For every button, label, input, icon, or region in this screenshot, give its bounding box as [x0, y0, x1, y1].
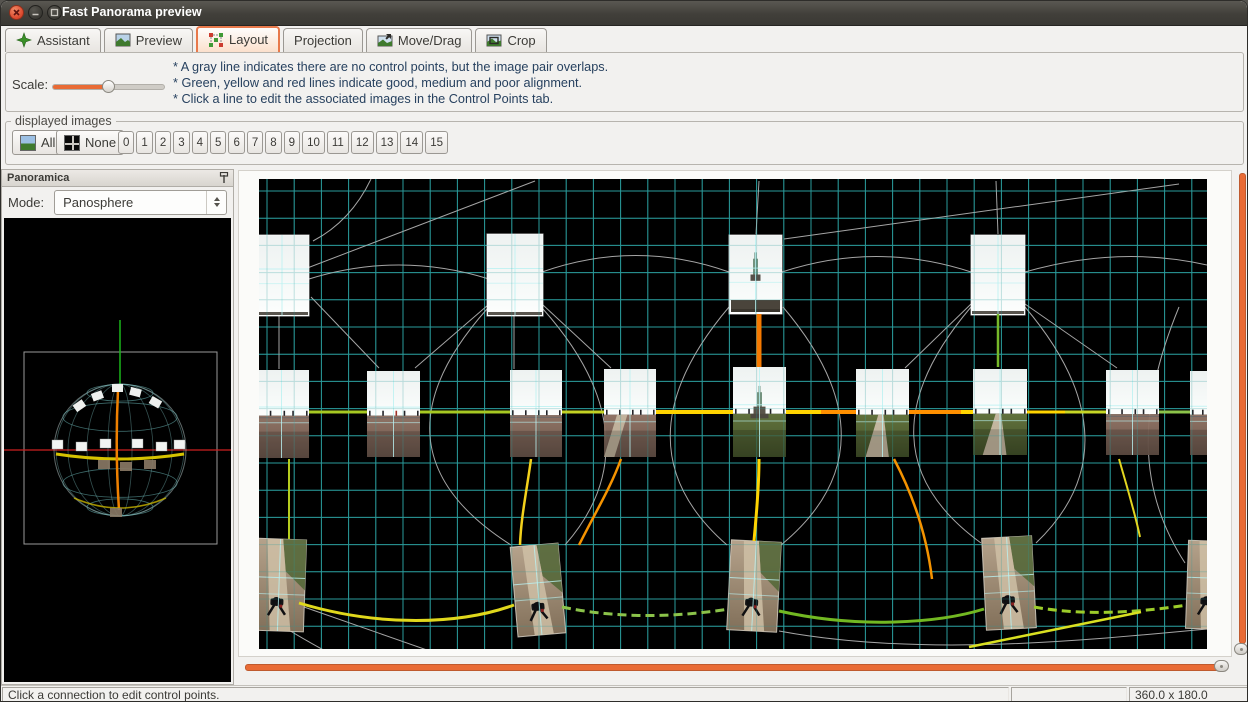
mode-combobox[interactable]: Panosphere — [54, 190, 227, 215]
landscape-icon — [20, 135, 36, 151]
layout-image-thumbnail — [510, 543, 566, 637]
layout-image-thumbnail — [367, 371, 420, 457]
image-toggle-12[interactable]: 12 — [351, 131, 374, 154]
scale-slider-fill — [53, 85, 108, 89]
layout-image-thumbnail — [510, 370, 562, 457]
tab-assistant[interactable]: Assistant — [5, 28, 101, 52]
tab-layout[interactable]: Layout — [196, 26, 280, 52]
image-toggle-0[interactable]: 0 — [118, 131, 134, 154]
scale-label: Scale: — [12, 77, 48, 92]
layout-image-thumbnail — [727, 540, 782, 632]
tab-projection[interactable]: Projection — [283, 28, 363, 52]
status-message: Click a connection to edit control point… — [2, 687, 1009, 702]
image-toggle-14[interactable]: 14 — [400, 131, 423, 154]
layout-image-thumbnail — [971, 235, 1025, 315]
scale-slider[interactable] — [52, 80, 165, 93]
image-toggle-9[interactable]: 9 — [284, 131, 300, 154]
show-none-button[interactable]: None — [56, 130, 124, 155]
crop-icon — [486, 32, 502, 48]
layout-image-thumbnail — [733, 367, 786, 457]
panel-header: Panoramica — [2, 170, 233, 187]
layout-image-thumbnail — [856, 369, 909, 457]
maximize-button[interactable] — [47, 5, 62, 20]
tab-label: Assistant — [37, 33, 90, 48]
horizontal-pan-slider[interactable] — [239, 658, 1233, 674]
maximize-icon — [48, 6, 61, 19]
displayed-images-group: displayed images All None 01234567891011… — [5, 121, 1244, 165]
hint-line: * Click a line to edit the associated im… — [173, 91, 608, 107]
status-empty-section — [1011, 687, 1127, 702]
image-toggle-3[interactable]: 3 — [173, 131, 189, 154]
layout-image-thumbnail — [1106, 370, 1159, 455]
titlebar[interactable]: Fast Panorama preview — [1, 1, 1247, 26]
close-button[interactable] — [9, 5, 24, 20]
tab-bar: Assistant Preview Layout Projection Move/Dra… — [5, 26, 550, 52]
pin-icon[interactable] — [219, 172, 229, 184]
layout-image-thumbnail — [259, 538, 307, 632]
layout-image-thumbnail — [1185, 540, 1207, 629]
tab-label: Crop — [507, 33, 535, 48]
hint-line: * Green, yellow and red lines indicate g… — [173, 75, 608, 91]
tab-label: Projection — [294, 33, 352, 48]
panosphere-side-panel: Panoramica Mode: Panosphere — [1, 169, 234, 685]
image-toggle-4[interactable]: 4 — [192, 131, 208, 154]
image-toggle-8[interactable]: 8 — [265, 131, 281, 154]
mode-row: Mode: Panosphere — [2, 187, 233, 217]
horizontal-pan-track[interactable] — [245, 664, 1225, 671]
image-toggle-5[interactable]: 5 — [210, 131, 226, 154]
tab-crop[interactable]: Crop — [475, 28, 546, 52]
vertical-pan-track[interactable] — [1239, 173, 1246, 644]
panel-title: Panoramica — [7, 172, 69, 184]
group-legend: displayed images — [11, 114, 116, 128]
image-toggle-1[interactable]: 1 — [136, 131, 152, 154]
fast-preview-window: Fast Panorama preview Assistant Preview La… — [0, 0, 1248, 702]
image-toggle-15[interactable]: 15 — [425, 131, 448, 154]
show-none-label: None — [85, 135, 116, 150]
minimize-button[interactable] — [28, 5, 43, 20]
layout-image-thumbnail — [729, 235, 782, 314]
layout-image-thumbnail — [487, 234, 543, 316]
image-toggle-2[interactable]: 2 — [155, 131, 171, 154]
scale-slider-handle[interactable] — [102, 80, 115, 93]
black-grid-icon — [64, 135, 80, 151]
layout-canvas[interactable] — [238, 170, 1232, 657]
preview-options-panel: Scale: * A gray line indicates there are… — [5, 52, 1244, 112]
layout-icon — [208, 32, 224, 48]
tab-label: Layout — [229, 32, 268, 47]
spinner-arrows-icon[interactable] — [206, 191, 226, 214]
vertical-pan-handle[interactable] — [1234, 643, 1248, 655]
image-number-buttons: 0123456789101112131415 — [118, 131, 448, 154]
hint-line: * A gray line indicates there are no con… — [173, 59, 608, 75]
minimize-icon — [29, 6, 42, 19]
image-toggle-7[interactable]: 7 — [247, 131, 263, 154]
close-icon — [10, 6, 23, 19]
tab-label: Move/Drag — [398, 33, 462, 48]
assistant-icon — [16, 32, 32, 48]
tab-label: Preview — [136, 33, 182, 48]
mode-label: Mode: — [8, 195, 44, 210]
tab-preview[interactable]: Preview — [104, 28, 193, 52]
layout-image-thumbnail — [1190, 371, 1207, 455]
status-bar: Click a connection to edit control point… — [1, 685, 1248, 702]
image-toggle-11[interactable]: 11 — [327, 131, 349, 154]
image-toggle-13[interactable]: 13 — [376, 131, 399, 154]
show-all-label: All — [41, 135, 55, 150]
tab-move-drag[interactable]: Move/Drag — [366, 28, 473, 52]
pano-size-indicator: 360.0 x 180.0 — [1129, 687, 1248, 702]
window-title: Fast Panorama preview — [62, 5, 202, 19]
panosphere-3d-preview[interactable] — [4, 218, 231, 682]
hint-notes: * A gray line indicates there are no con… — [173, 59, 608, 107]
mode-value: Panosphere — [63, 195, 133, 210]
image-toggle-6[interactable]: 6 — [228, 131, 244, 154]
image-toggle-10[interactable]: 10 — [302, 131, 325, 154]
horizontal-pan-handle[interactable] — [1214, 660, 1229, 672]
vertical-pan-slider[interactable] — [1233, 170, 1248, 658]
movedrag-icon — [377, 32, 393, 48]
preview-icon — [115, 32, 131, 48]
